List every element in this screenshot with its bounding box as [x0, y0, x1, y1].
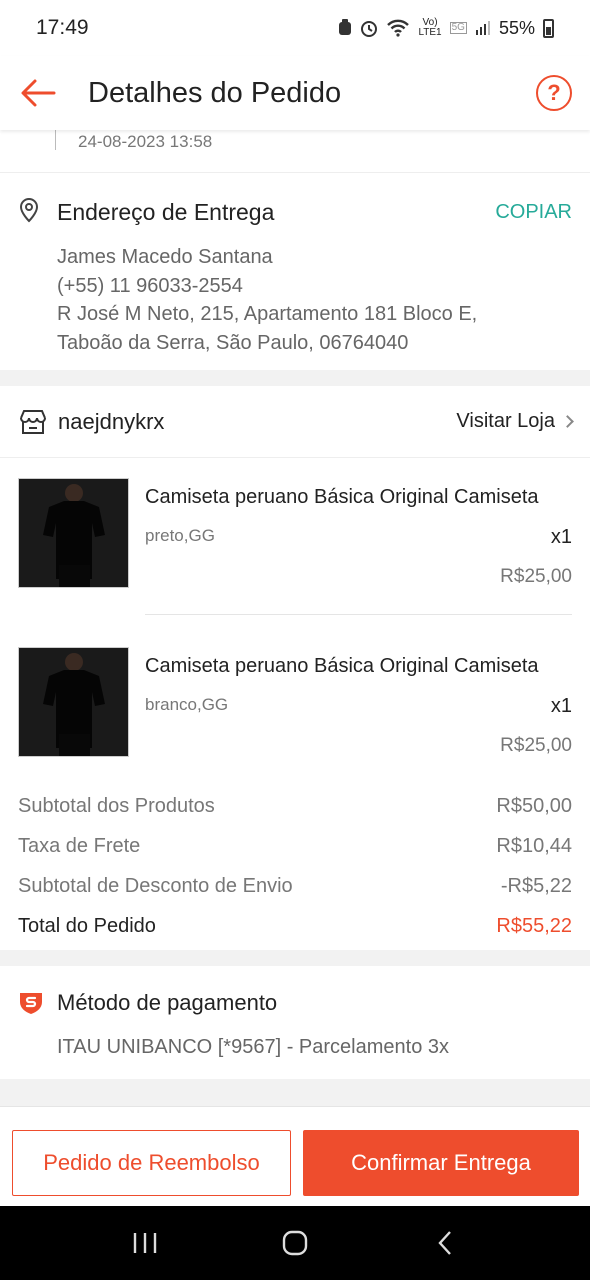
recipient-phone: (+55) 11 96033-2554	[57, 274, 243, 297]
back-button[interactable]	[18, 73, 58, 113]
product-variant: branco,GG	[145, 695, 229, 714]
volte-bottom: LTE1	[418, 27, 442, 38]
page-title: Detalhes do Pedido	[88, 76, 342, 109]
battery-percent: 55%	[498, 17, 535, 38]
payment-method-section: Método de pagamento ITAU UNIBANCO [*9567…	[0, 966, 590, 1079]
product-item[interactable]: Camiseta peruano Básica Original Camiset…	[0, 458, 590, 616]
wifi-icon	[387, 19, 410, 37]
shop-order-section: naejdnykrx Visitar Loja Camiseta peruano…	[0, 386, 590, 950]
action-bar: Pedido de Reembolso Confirmar Entrega	[0, 1106, 590, 1206]
system-nav-bar	[0, 1206, 590, 1280]
product-quantity: x1	[550, 526, 572, 548]
copy-address-button[interactable]: COPIAR	[495, 201, 572, 224]
5g-indicator: 5G	[449, 22, 467, 34]
battery-icon	[543, 18, 554, 38]
back-icon	[438, 1231, 451, 1255]
shipping-row: Taxa de Frete R$10,44	[18, 826, 572, 866]
order-total-label: Total do Pedido	[18, 914, 156, 937]
address-line-2: Taboão da Serra, São Paulo, 06764040	[57, 331, 409, 354]
tshirt-photo	[19, 479, 128, 587]
product-quantity: x1	[550, 695, 572, 717]
order-summary: Subtotal dos Produtos R$50,00 Taxa de Fr…	[18, 786, 572, 946]
address-details: James Macedo Santana (+55) 11 96033-2554…	[57, 243, 477, 357]
notification-icon	[339, 19, 352, 35]
payment-value: ITAU UNIBANCO [*9567] - Parcelamento 3x	[57, 1036, 449, 1058]
subtotal-label: Subtotal dos Produtos	[18, 794, 215, 817]
back-nav-button[interactable]	[420, 1218, 470, 1268]
shipping-value: R$10,44	[496, 834, 572, 857]
timeline-line	[55, 130, 56, 150]
alarm-icon	[361, 21, 378, 37]
order-total-row: Total do Pedido R$55,22	[18, 906, 572, 946]
status-icons: Vo) LTE1 5G 55%	[338, 18, 554, 39]
recent-apps-button[interactable]	[120, 1218, 170, 1268]
address-title: Endereço de Entrega	[57, 199, 275, 225]
app-header: Detalhes do Pedido ?	[0, 56, 590, 130]
tracking-timeline: 24-08-2023 13:58	[0, 130, 590, 172]
shipping-discount-label: Subtotal de Desconto de Envio	[18, 874, 293, 897]
product-image	[18, 647, 129, 757]
recent-apps-icon	[133, 1233, 157, 1253]
product-divider	[145, 614, 572, 615]
shipping-discount-row: Subtotal de Desconto de Envio -R$5,22	[18, 866, 572, 906]
payment-title: Método de pagamento	[57, 990, 278, 1015]
shop-header[interactable]: naejdnykrx Visitar Loja	[0, 386, 590, 458]
refund-request-button[interactable]: Pedido de Reembolso	[12, 1130, 291, 1196]
visit-shop-link[interactable]: Visitar Loja	[456, 410, 574, 433]
product-price: R$25,00	[500, 735, 572, 756]
tshirt-photo	[19, 648, 128, 756]
recipient-name: James Macedo Santana	[57, 246, 273, 268]
shipping-label: Taxa de Frete	[18, 834, 141, 857]
home-button[interactable]	[270, 1218, 320, 1268]
help-icon: ?	[547, 80, 561, 105]
product-item[interactable]: Camiseta peruano Básica Original Camiset…	[0, 627, 590, 785]
visit-shop-label: Visitar Loja	[456, 410, 555, 432]
back-arrow-icon	[21, 79, 56, 107]
timeline-date: 24-08-2023 13:58	[78, 132, 213, 151]
signal-icon	[475, 21, 490, 35]
address-line-1: R José M Neto, 215, Apartamento 181 Bloc…	[57, 303, 478, 325]
home-icon	[282, 1230, 308, 1256]
order-total-value: R$55,22	[496, 914, 572, 937]
volte-indicator: Vo) LTE1	[418, 18, 441, 38]
shipping-discount-value: -R$5,22	[500, 874, 572, 897]
product-variant: preto,GG	[145, 526, 215, 545]
delivery-address-section: Endereço de Entrega COPIAR James Macedo …	[0, 172, 590, 370]
payment-shield-icon	[20, 993, 42, 1014]
shop-name: naejdnykrx	[58, 408, 165, 434]
chevron-right-icon	[561, 415, 574, 428]
product-image	[18, 478, 129, 588]
store-icon	[20, 409, 46, 434]
confirm-delivery-button[interactable]: Confirmar Entrega	[303, 1130, 579, 1196]
status-time: 17:49	[36, 16, 89, 39]
product-name: Camiseta peruano Básica Original Camiset…	[145, 486, 539, 508]
order-details-content[interactable]: 24-08-2023 13:58 Endereço de Entrega COP…	[0, 130, 590, 1106]
product-name: Camiseta peruano Básica Original Camiset…	[145, 655, 539, 677]
location-pin-icon	[19, 198, 39, 223]
product-price: R$25,00	[500, 566, 572, 587]
subtotal-row: Subtotal dos Produtos R$50,00	[18, 786, 572, 826]
help-button[interactable]: ?	[536, 75, 572, 111]
status-bar: 17:49 Vo) LTE1 5G 55%	[0, 0, 590, 56]
subtotal-value: R$50,00	[496, 794, 572, 817]
